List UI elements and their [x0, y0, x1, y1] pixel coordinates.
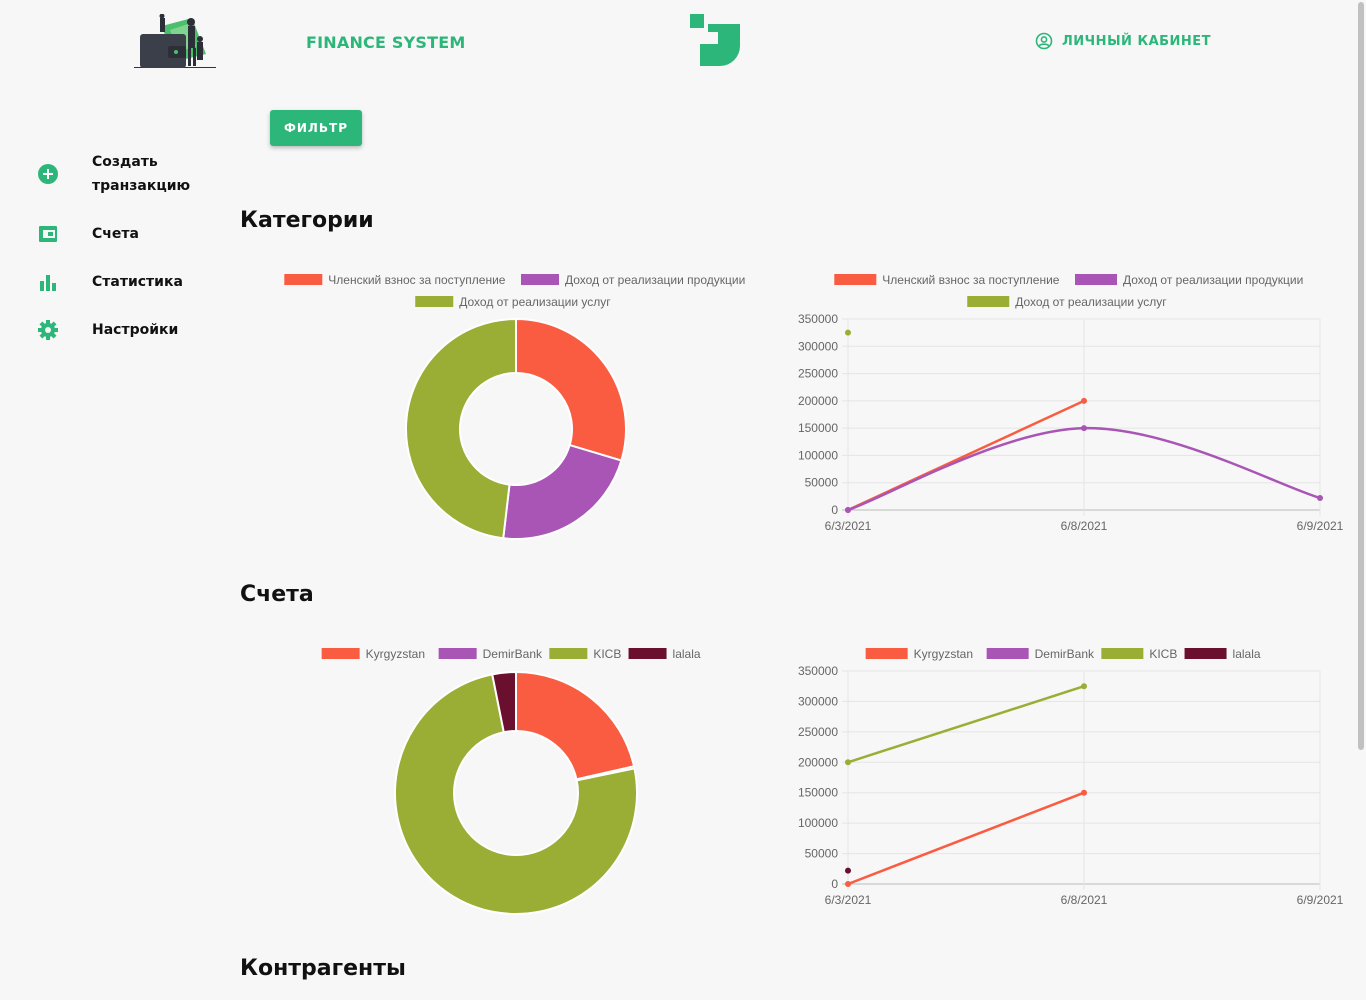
- legend-label: Доход от реализации продукции: [565, 273, 745, 287]
- y-tick-label: 250000: [798, 725, 838, 739]
- legend-item: Kyrgyzstan: [865, 647, 973, 661]
- legend-label: Kyrgyzstan: [366, 647, 425, 661]
- data-point: [1081, 397, 1087, 404]
- legend-label: DemirBank: [483, 647, 543, 661]
- y-tick-label: 150000: [798, 421, 838, 435]
- x-tick-label: 6/9/2021: [1297, 519, 1344, 533]
- legend-label: Членский взнос за поступление: [882, 273, 1059, 287]
- legend-item: Членский взнос за поступление: [284, 273, 506, 287]
- y-tick-label: 350000: [798, 312, 838, 326]
- x-tick-label: 6/8/2021: [1061, 519, 1108, 533]
- y-tick-label: 200000: [798, 755, 838, 769]
- x-tick-label: 6/3/2021: [825, 893, 872, 907]
- legend-item: Доход от реализации продукции: [521, 273, 745, 287]
- legend-swatch: [628, 648, 667, 659]
- y-tick-label: 100000: [798, 816, 838, 830]
- data-point: [845, 881, 851, 887]
- legend-label: Доход от реализации продукции: [1123, 273, 1303, 287]
- legend-label: lalala: [673, 647, 701, 661]
- legend-swatch: [986, 648, 1029, 659]
- doughnut-slice: [515, 670, 636, 781]
- legend-swatch: [321, 648, 360, 659]
- legend-item: KICB: [549, 647, 621, 661]
- legend-swatch: [1075, 274, 1117, 285]
- data-point: [1081, 425, 1087, 432]
- legend-swatch: [415, 296, 454, 307]
- legend-swatch: [284, 274, 323, 285]
- legend-label: Членский взнос за поступление: [328, 273, 505, 287]
- y-tick-label: 300000: [798, 694, 838, 708]
- data-point: [1317, 494, 1323, 501]
- legend-label: KICB: [593, 647, 621, 661]
- y-tick-label: 250000: [798, 367, 838, 381]
- legend-item: Членский взнос за поступление: [834, 273, 1060, 287]
- data-point: [1081, 683, 1087, 690]
- legend-item: Kyrgyzstan: [321, 647, 425, 661]
- legend-label: lalala: [1233, 647, 1261, 661]
- scrollbar[interactable]: [1358, 2, 1364, 750]
- y-tick-label: 150000: [798, 786, 838, 800]
- data-point: [1081, 789, 1087, 796]
- x-tick-label: 6/8/2021: [1061, 893, 1108, 907]
- legend-swatch: [1101, 648, 1144, 659]
- legend-item: DemirBank: [986, 647, 1095, 661]
- x-tick-label: 6/9/2021: [1297, 893, 1344, 907]
- legend-swatch: [967, 296, 1010, 307]
- legend-label: Доход от реализации услуг: [1015, 295, 1167, 309]
- data-point: [845, 759, 851, 766]
- doughnut-slice: [515, 317, 627, 462]
- legend-item: lalala: [1184, 647, 1261, 661]
- y-tick-label: 200000: [798, 394, 838, 408]
- legend-swatch: [521, 274, 559, 285]
- y-tick-label: 0: [831, 503, 838, 517]
- y-tick-label: 50000: [805, 847, 839, 861]
- legend-label: Kyrgyzstan: [914, 647, 973, 661]
- y-tick-label: 100000: [798, 448, 838, 462]
- series-line: [847, 791, 1085, 886]
- charts-canvas: Членский взнос за поступление Доход от ре…: [284, 273, 1344, 915]
- series-line: [847, 685, 1085, 764]
- legend-label: KICB: [1149, 647, 1177, 661]
- legend-label: DemirBank: [1035, 647, 1095, 661]
- doughnut-slice: [405, 317, 517, 540]
- legend-swatch: [834, 274, 877, 285]
- y-tick-label: 300000: [798, 339, 838, 353]
- doughnut-slice: [502, 443, 623, 540]
- legend-swatch: [549, 648, 588, 659]
- legend-item: DemirBank: [438, 647, 543, 661]
- data-point: [845, 329, 851, 336]
- legend-item: Доход от реализации услуг: [967, 295, 1167, 309]
- x-tick-label: 6/3/2021: [825, 519, 872, 533]
- data-point: [845, 507, 851, 513]
- legend-swatch: [1184, 648, 1227, 659]
- legend-label: Доход от реализации услуг: [459, 295, 611, 309]
- data-point: [845, 867, 851, 874]
- y-tick-label: 50000: [805, 476, 839, 490]
- y-tick-label: 350000: [798, 664, 838, 678]
- legend-swatch: [438, 648, 477, 659]
- legend-item: Доход от реализации услуг: [415, 295, 611, 309]
- legend-item: Доход от реализации продукции: [1075, 273, 1303, 287]
- y-tick-label: 0: [831, 877, 838, 891]
- legend-item: KICB: [1101, 647, 1177, 661]
- legend-swatch: [865, 648, 908, 659]
- legend-item: lalala: [628, 647, 701, 661]
